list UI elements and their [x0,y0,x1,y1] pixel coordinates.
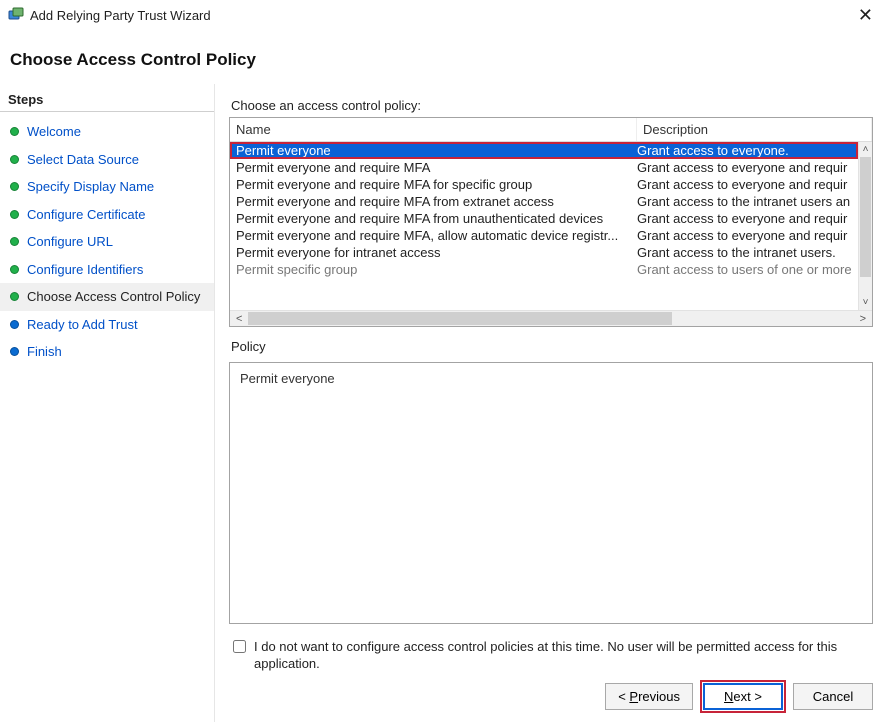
step-bullet-icon [10,210,19,219]
table-row[interactable]: Permit everyone and require MFA from una… [230,210,858,227]
steps-header: Steps [0,88,214,112]
step-bullet-icon [10,265,19,274]
scroll-thumb-h[interactable] [248,312,672,325]
cell-description: Grant access to everyone and requir [637,177,852,192]
cell-description: Grant access to everyone. [637,143,852,158]
cell-description: Grant access to everyone and requir [637,228,852,243]
step-item[interactable]: Welcome [0,118,214,146]
table-row[interactable]: Permit everyone and require MFAGrant acc… [230,159,858,176]
cell-description: Grant access to users of one or more [637,262,852,277]
step-item[interactable]: Select Data Source [0,146,214,174]
step-label: Configure URL [27,233,113,251]
step-label: Specify Display Name [27,178,154,196]
step-label: Configure Identifiers [27,261,143,279]
scroll-right-icon[interactable]: > [854,313,872,325]
step-bullet-icon [10,127,19,136]
policy-box-label: Policy [231,339,873,354]
previous-button[interactable]: < PPreviousrevious [605,683,693,710]
cell-name: Permit everyone and require MFA for spec… [236,177,637,192]
policy-list-label: Choose an access control policy: [231,98,873,113]
cell-name: Permit everyone and require MFA, allow a… [236,228,637,243]
col-name[interactable]: Name [230,118,637,141]
table-row[interactable]: Permit specific groupGrant access to use… [230,261,858,278]
table-row[interactable]: Permit everyone for intranet accessGrant… [230,244,858,261]
step-item[interactable]: Specify Display Name [0,173,214,201]
cell-description: Grant access to everyone and requir [637,211,852,226]
step-label: Choose Access Control Policy [27,288,200,306]
cell-name: Permit everyone and require MFA [236,160,637,175]
step-label: Finish [27,343,62,361]
table-row[interactable]: Permit everyone and require MFA from ext… [230,193,858,210]
step-item[interactable]: Ready to Add Trust [0,311,214,339]
step-item[interactable]: Choose Access Control Policy [0,283,214,311]
cell-description: Grant access to the intranet users an [637,194,852,209]
table-row[interactable]: Permit everyoneGrant access to everyone. [230,142,858,159]
step-bullet-icon [10,155,19,164]
adfs-wizard-icon [8,7,24,23]
step-bullet-icon [10,347,19,356]
steps-sidebar: Steps Welcome Select Data Source Specify D… [0,84,215,722]
cell-name: Permit everyone for intranet access [236,245,637,260]
step-label: Configure Certificate [27,206,146,224]
skip-policy-checkbox[interactable] [233,640,246,653]
step-bullet-icon [10,292,19,301]
cell-name: Permit specific group [236,262,637,277]
scroll-track[interactable] [859,157,872,295]
main-panel: Choose an access control policy: Name De… [215,84,889,722]
table-row[interactable]: Permit everyone and require MFA for spec… [230,176,858,193]
cell-name: Permit everyone [236,143,637,158]
close-icon[interactable]: ✕ [852,6,879,24]
table-body: Permit everyoneGrant access to everyone.… [230,142,872,310]
scroll-thumb[interactable] [860,157,871,277]
title-bar: Add Relying Party Trust Wizard ✕ [0,0,889,30]
step-bullet-icon [10,320,19,329]
scroll-left-icon[interactable]: < [230,313,248,325]
scroll-track-h[interactable] [248,311,853,326]
step-bullet-icon [10,237,19,246]
step-item[interactable]: Configure URL [0,228,214,256]
horizontal-scrollbar[interactable]: < > [230,310,872,326]
page-title: Choose Access Control Policy [0,30,889,84]
cell-description: Grant access to everyone and requir [637,160,852,175]
step-label: Welcome [27,123,81,141]
vertical-scrollbar[interactable]: ˄ ˅ [858,142,872,310]
step-item[interactable]: Configure Identifiers [0,256,214,284]
policy-table: Name Description Permit everyoneGrant ac… [229,117,873,327]
scroll-up-icon[interactable]: ˄ [863,142,869,157]
cell-name: Permit everyone and require MFA from ext… [236,194,637,209]
wizard-buttons: < PPreviousrevious Next >Next > Cancel [229,683,873,714]
window-title: Add Relying Party Trust Wizard [24,8,852,23]
cell-description: Grant access to the intranet users. [637,245,852,260]
step-label: Select Data Source [27,151,139,169]
cancel-button[interactable]: Cancel [793,683,873,710]
scroll-down-icon[interactable]: ˅ [863,295,869,310]
col-description[interactable]: Description [637,118,872,141]
table-header: Name Description [230,118,872,142]
policy-preview: Permit everyone [229,362,873,624]
step-label: Ready to Add Trust [27,316,138,334]
step-bullet-icon [10,182,19,191]
cell-name: Permit everyone and require MFA from una… [236,211,637,226]
skip-policy-label: I do not want to configure access contro… [254,638,869,673]
step-item[interactable]: Finish [0,338,214,366]
table-row[interactable]: Permit everyone and require MFA, allow a… [230,227,858,244]
step-item[interactable]: Configure Certificate [0,201,214,229]
next-button[interactable]: Next >Next > [703,683,783,710]
